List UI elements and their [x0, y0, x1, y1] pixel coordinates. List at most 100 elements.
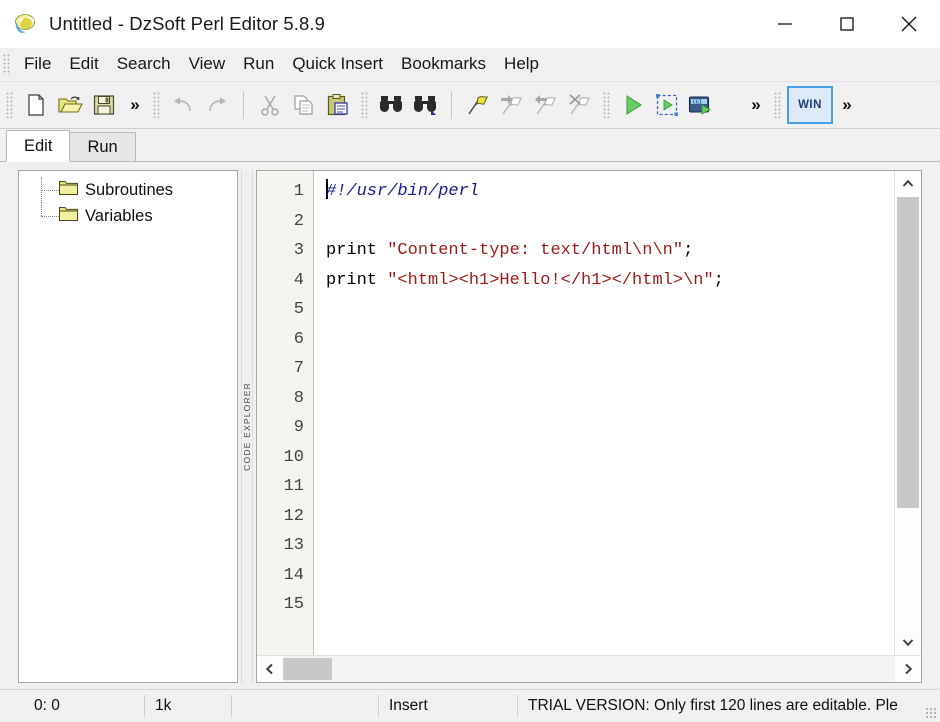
tab-run[interactable]: Run: [69, 132, 136, 162]
vertical-scroll-thumb[interactable]: [897, 197, 919, 509]
toolbar-overflow-file-icon[interactable]: »: [121, 87, 147, 123]
status-insert-mode: Insert: [379, 695, 518, 717]
undo-icon: [166, 87, 200, 123]
line-number-gutter: 1 2 3 4 5 6 7 8 9 10 11 12 13 14 15: [257, 171, 314, 655]
code-text-area[interactable]: #!/usr/bin/perl print "Content-type: tex…: [314, 171, 894, 655]
line-number: 8: [293, 388, 304, 408]
horizontal-scroll-track[interactable]: [283, 656, 895, 682]
menu-item-help[interactable]: Help: [495, 51, 548, 78]
scroll-left-icon[interactable]: [257, 656, 283, 682]
title-bar: Untitled - DzSoft Perl Editor 5.8.9: [0, 0, 940, 48]
menu-item-file[interactable]: File: [15, 51, 60, 78]
status-blank-panel: [232, 695, 379, 717]
minimize-button[interactable]: [754, 0, 816, 48]
menu-item-run[interactable]: Run: [234, 51, 283, 78]
tree-node-label: Variables: [85, 206, 153, 225]
tab-filler: [134, 133, 940, 162]
menu-gripper[interactable]: [3, 54, 12, 75]
close-button[interactable]: [878, 0, 940, 48]
code-explorer-tree[interactable]: Subroutines Variables: [18, 170, 238, 683]
horizontal-scroll-thumb[interactable]: [283, 658, 332, 680]
window-controls: [754, 0, 940, 48]
find-icon[interactable]: [374, 87, 408, 123]
maximize-button[interactable]: [816, 0, 878, 48]
line-number: 9: [293, 418, 304, 437]
open-file-icon[interactable]: [53, 87, 87, 123]
menu-item-view[interactable]: View: [180, 51, 235, 78]
tab-strip: Edit Run: [0, 129, 940, 162]
win-mode-button[interactable]: WIN: [787, 86, 833, 124]
toolbar: » CGI » WIN »: [0, 82, 940, 129]
menu-item-bookmarks[interactable]: Bookmarks: [392, 51, 495, 78]
tree-vline: [41, 203, 43, 216]
toolbar-gripper-search[interactable]: [361, 92, 369, 118]
menu-bar: File Edit Search View Run Quick Insert B…: [0, 48, 940, 82]
menu-item-edit[interactable]: Edit: [60, 51, 107, 78]
application-window: Untitled - DzSoft Perl Editor 5.8.9 File…: [0, 0, 940, 722]
toolbar-gripper-run[interactable]: [603, 92, 611, 118]
code-line: #!/usr/bin/perl: [326, 177, 894, 207]
toolbar-separator-2: [451, 91, 452, 119]
code-token-plain: ;: [713, 270, 724, 290]
run-in-browser-icon[interactable]: [650, 87, 684, 123]
line-number: 10: [283, 447, 304, 467]
scroll-up-icon[interactable]: [895, 171, 921, 197]
vertical-scroll-track[interactable]: [895, 197, 921, 629]
new-file-icon[interactable]: [19, 87, 53, 123]
splitter-label: CODE EXPLORER: [242, 382, 252, 471]
find-next-icon[interactable]: [408, 87, 442, 123]
tree-dotline: [41, 216, 59, 218]
scroll-down-icon[interactable]: [895, 629, 921, 655]
line-number: 5: [293, 300, 304, 319]
folder-icon: [59, 180, 78, 201]
run-icon[interactable]: [616, 87, 650, 123]
line-number: 1: [293, 182, 304, 201]
resize-grip-icon[interactable]: [925, 707, 937, 719]
paste-icon[interactable]: [321, 87, 355, 123]
toggle-bookmark-icon[interactable]: [461, 87, 495, 123]
workspace: Subroutines Variables CODE EXPLORER 1 2 …: [0, 162, 940, 689]
code-token-string: "<html><h1>Hello!</h1></html>\n": [387, 270, 714, 290]
code-line: print "<html><h1>Hello!</h1></html>\n";: [326, 266, 894, 296]
status-bar: 0: 0 1k Insert TRIAL VERSION: Only first…: [0, 689, 940, 722]
tree-dotline: [41, 190, 59, 192]
redo-icon: [200, 87, 234, 123]
line-number: 14: [283, 565, 304, 585]
code-token-string: "Content-type: text/html\n\n": [387, 241, 684, 260]
code-explorer-splitter[interactable]: CODE EXPLORER: [238, 170, 256, 683]
tree-node-variables[interactable]: Variables: [19, 203, 237, 229]
code-editor[interactable]: 1 2 3 4 5 6 7 8 9 10 11 12 13 14 15 #!/u…: [256, 170, 922, 683]
toolbar-overflow-mode-icon[interactable]: »: [833, 87, 859, 123]
toolbar-overflow-run-icon[interactable]: »: [742, 87, 768, 123]
perl-camel-icon: [12, 11, 38, 37]
scroll-right-icon[interactable]: [895, 656, 921, 682]
toolbar-gripper-mode[interactable]: [774, 92, 782, 118]
line-number: 7: [293, 359, 304, 378]
editor-horizontal-scrollbar[interactable]: [257, 655, 921, 682]
editor-vertical-scrollbar[interactable]: [894, 171, 921, 655]
menu-item-quick-insert[interactable]: Quick Insert: [283, 51, 392, 78]
status-cursor-position: 0: 0: [0, 695, 145, 717]
toolbar-gripper-file[interactable]: [6, 92, 14, 118]
toolbar-separator-1: [243, 91, 244, 119]
previous-bookmark-icon: [529, 87, 563, 123]
splitter-bar[interactable]: CODE EXPLORER: [241, 170, 253, 683]
run-cgi-icon[interactable]: CGI: [684, 87, 718, 123]
editor-main: 1 2 3 4 5 6 7 8 9 10 11 12 13 14 15 #!/u…: [257, 171, 921, 655]
tab-edit[interactable]: Edit: [6, 130, 71, 162]
toolbar-gripper-edit[interactable]: [153, 92, 161, 118]
line-number: 6: [293, 329, 304, 349]
save-file-icon[interactable]: [87, 87, 121, 123]
line-number: 11: [283, 477, 304, 496]
tree-node-subroutines[interactable]: Subroutines: [19, 177, 237, 203]
menu-item-search[interactable]: Search: [108, 51, 180, 78]
